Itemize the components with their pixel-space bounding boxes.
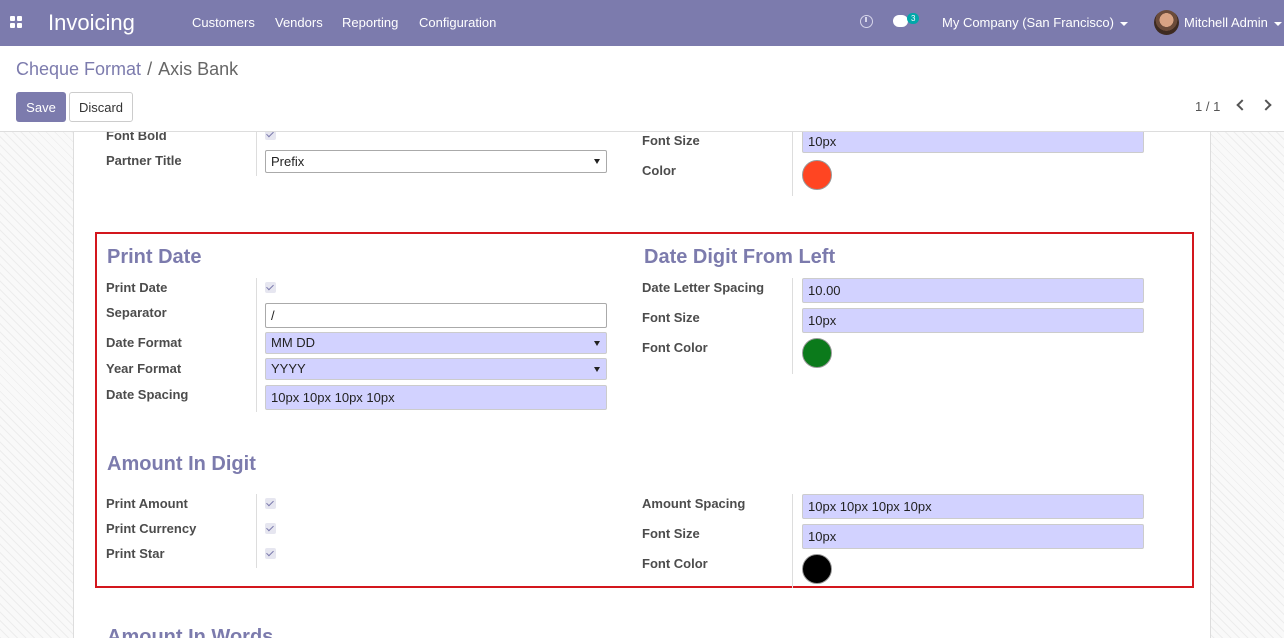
divider bbox=[792, 132, 793, 196]
date-digit-heading: Date Digit From Left bbox=[644, 246, 836, 268]
chat-icon[interactable] bbox=[893, 15, 908, 27]
date-spacing-field[interactable]: 10px 10px 10px 10px bbox=[265, 385, 607, 410]
breadcrumb-current: Axis Bank bbox=[158, 59, 239, 79]
chevron-left-icon[interactable] bbox=[1236, 99, 1248, 111]
control-panel: Cheque Format / Axis Bank Save Discard 1 /… bbox=[0, 46, 1284, 132]
print-currency-label: Print Currency bbox=[106, 521, 197, 536]
year-format-value: YYYY bbox=[271, 361, 306, 376]
chat-count-badge: 3 bbox=[907, 13, 920, 24]
company-switcher[interactable]: My Company (San Francisco) bbox=[942, 15, 1128, 30]
date-font-color-swatch[interactable] bbox=[802, 338, 832, 368]
print-date-checkbox[interactable] bbox=[265, 282, 276, 293]
breadcrumb-separator: / bbox=[147, 59, 153, 79]
partner-title-select[interactable]: Prefix bbox=[265, 150, 607, 173]
top-font-size-field[interactable]: 10px bbox=[802, 132, 1144, 153]
caret-down-icon bbox=[1119, 21, 1128, 26]
caret-down-icon bbox=[594, 159, 600, 164]
font-bold-label: Font Bold bbox=[106, 132, 167, 143]
print-currency-checkbox[interactable] bbox=[265, 523, 276, 534]
date-font-color-label: Font Color bbox=[642, 340, 708, 355]
partner-title-value: Prefix bbox=[271, 154, 305, 169]
amount-spacing-label: Amount Spacing bbox=[642, 496, 746, 511]
divider bbox=[256, 278, 257, 412]
activity-clock-icon[interactable] bbox=[860, 15, 873, 28]
menu-configuration[interactable]: Configuration bbox=[419, 15, 496, 30]
avatar[interactable] bbox=[1154, 10, 1179, 35]
print-star-label: Print Star bbox=[106, 546, 165, 561]
divider bbox=[792, 278, 793, 374]
amount-in-digit-heading: Amount In Digit bbox=[107, 453, 256, 475]
chevron-right-icon[interactable] bbox=[1260, 99, 1272, 111]
discard-button[interactable]: Discard bbox=[69, 92, 133, 122]
top-font-size-label: Font Size bbox=[642, 133, 700, 148]
print-date-label: Print Date bbox=[106, 280, 168, 295]
date-letter-spacing-field[interactable]: 10.00 bbox=[802, 278, 1144, 303]
year-format-label: Year Format bbox=[106, 361, 182, 376]
amount-in-words-heading: Amount In Words bbox=[107, 626, 274, 638]
breadcrumb: Cheque Format / Axis Bank bbox=[16, 59, 238, 80]
color-swatch[interactable] bbox=[802, 160, 832, 190]
partner-title-label: Partner Title bbox=[106, 153, 182, 168]
pager-value[interactable]: 1 / 1 bbox=[1195, 99, 1220, 114]
caret-down-icon bbox=[1273, 21, 1282, 26]
amount-font-color-swatch[interactable] bbox=[802, 554, 832, 584]
amount-font-color-label: Font Color bbox=[642, 556, 708, 571]
print-date-heading: Print Date bbox=[107, 246, 202, 268]
form-sheet: Font Bold Partner Title Prefix Font Size… bbox=[73, 132, 1211, 638]
user-name: Mitchell Admin bbox=[1184, 15, 1268, 30]
date-spacing-label: Date Spacing bbox=[106, 387, 189, 402]
user-menu[interactable]: Mitchell Admin bbox=[1184, 15, 1282, 30]
top-navbar: Invoicing Customers Vendors Reporting Co… bbox=[0, 0, 1284, 46]
divider bbox=[792, 494, 793, 588]
date-font-size-field[interactable]: 10px bbox=[802, 308, 1144, 333]
caret-down-icon bbox=[594, 341, 600, 346]
print-amount-checkbox[interactable] bbox=[265, 498, 276, 509]
amount-font-size-field[interactable]: 10px bbox=[802, 524, 1144, 549]
date-format-select[interactable]: MM DD bbox=[265, 332, 607, 354]
font-bold-checkbox[interactable] bbox=[265, 132, 276, 140]
amount-spacing-field[interactable]: 10px 10px 10px 10px bbox=[802, 494, 1144, 519]
print-amount-label: Print Amount bbox=[106, 496, 188, 511]
color-label: Color bbox=[642, 163, 676, 178]
caret-down-icon bbox=[594, 367, 600, 372]
menu-reporting[interactable]: Reporting bbox=[342, 15, 398, 30]
date-font-size-label: Font Size bbox=[642, 310, 700, 325]
company-name: My Company (San Francisco) bbox=[942, 15, 1114, 30]
separator-field[interactable]: / bbox=[265, 303, 607, 328]
date-letter-spacing-label: Date Letter Spacing bbox=[642, 280, 765, 295]
separator-label: Separator bbox=[106, 305, 167, 320]
print-star-checkbox[interactable] bbox=[265, 548, 276, 559]
amount-font-size-label: Font Size bbox=[642, 526, 700, 541]
date-format-label: Date Format bbox=[106, 335, 182, 350]
divider bbox=[256, 494, 257, 568]
year-format-select[interactable]: YYYY bbox=[265, 358, 607, 380]
menu-customers[interactable]: Customers bbox=[192, 15, 255, 30]
save-button[interactable]: Save bbox=[16, 92, 66, 122]
divider bbox=[256, 132, 257, 176]
date-format-value: MM DD bbox=[271, 335, 316, 350]
menu-vendors[interactable]: Vendors bbox=[275, 15, 323, 30]
apps-grid-icon[interactable] bbox=[10, 16, 22, 28]
app-name[interactable]: Invoicing bbox=[48, 10, 135, 36]
breadcrumb-parent[interactable]: Cheque Format bbox=[16, 59, 141, 79]
